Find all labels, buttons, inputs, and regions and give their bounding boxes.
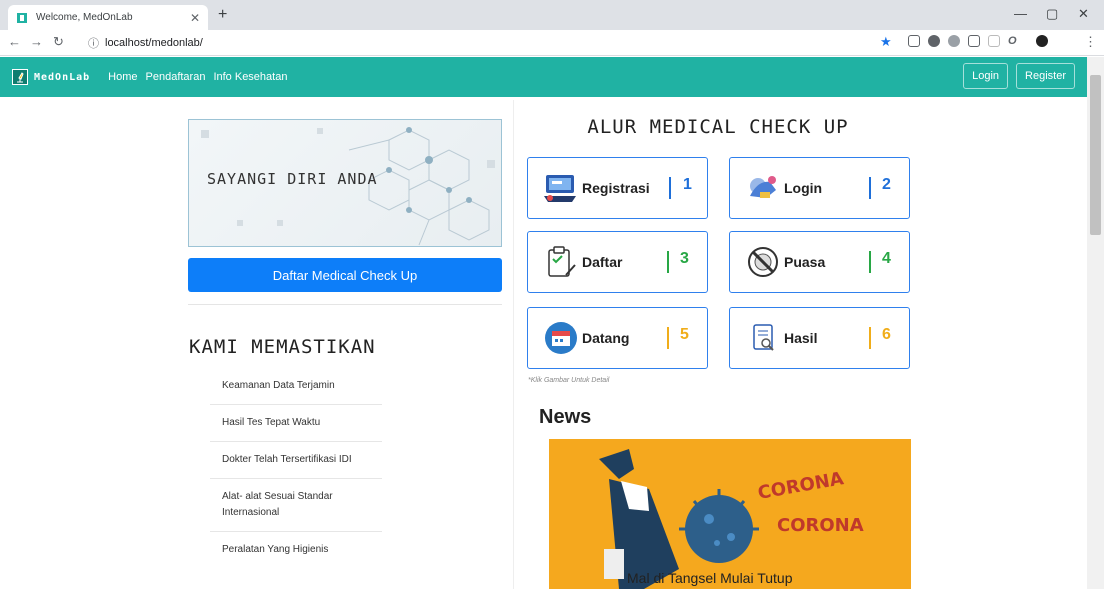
step-card-daftar[interactable]: Daftar 3 xyxy=(527,231,708,293)
step-separator xyxy=(869,327,871,349)
browser-tab[interactable]: Welcome, MedOnLab ✕ xyxy=(8,5,208,30)
divider xyxy=(188,304,502,305)
extension-icon[interactable] xyxy=(988,35,1000,47)
step-number: 5 xyxy=(680,326,689,343)
flow-heading: ALUR MEDICAL CHECK UP xyxy=(587,116,849,138)
report-icon[interactable] xyxy=(746,321,780,355)
extension-icon[interactable] xyxy=(908,35,920,47)
step-label: Datang xyxy=(582,330,630,346)
corona-illustration: CORONA CORONA xyxy=(599,449,864,589)
brand-name: MedOnLab xyxy=(34,71,91,83)
minimize-icon[interactable]: — xyxy=(1014,6,1027,21)
list-item: Alat- alat Sesuai Standar Internasional xyxy=(210,479,382,532)
bookmark-star-icon[interactable]: ★ xyxy=(880,34,892,50)
forward-icon[interactable]: → xyxy=(30,34,43,49)
list-item: Dokter Telah Tersertifikasi IDI xyxy=(210,442,382,479)
step-separator xyxy=(869,251,871,273)
daftar-medical-check-up-button[interactable]: Daftar Medical Check Up xyxy=(188,258,502,292)
step-separator xyxy=(667,251,669,273)
menu-icon[interactable]: ⋮ xyxy=(1084,34,1097,50)
url-field[interactable]: ⓘ localhost/medonlab/ xyxy=(88,34,868,52)
step-separator xyxy=(869,177,871,199)
column-divider xyxy=(513,100,514,589)
new-tab-icon[interactable]: + xyxy=(218,6,227,24)
step-separator xyxy=(667,327,669,349)
assurance-list: Keamanan Data Terjamin Hasil Tes Tepat W… xyxy=(210,368,382,568)
scroll-thumb[interactable] xyxy=(1090,75,1101,235)
info-icon[interactable]: ⓘ xyxy=(88,35,99,51)
step-label: Hasil xyxy=(784,330,818,346)
site-navbar: MedOnLab Home Pendaftaran Info Kesehatan… xyxy=(0,57,1087,97)
login-button[interactable]: Login xyxy=(963,63,1009,89)
step-label: Puasa xyxy=(784,254,826,270)
step-card-datang[interactable]: Datang 5 xyxy=(527,307,708,369)
assurance-heading: KAMI MEMASTIKAN xyxy=(189,336,376,358)
reload-icon[interactable]: ↻ xyxy=(53,34,64,50)
opera-icon[interactable]: O xyxy=(1008,35,1020,47)
nav-home[interactable]: Home xyxy=(108,71,137,83)
step-label: Daftar xyxy=(582,254,623,270)
calendar-icon[interactable] xyxy=(544,321,578,355)
step-number: 4 xyxy=(882,250,891,267)
image-text: CORONA xyxy=(756,468,845,504)
maximize-icon[interactable]: ▢ xyxy=(1046,6,1058,22)
tab-close-icon[interactable]: ✕ xyxy=(190,11,200,25)
step-card-registrasi[interactable]: Registrasi 1 xyxy=(527,157,708,219)
news-heading: News xyxy=(539,406,592,428)
tab-title: Welcome, MedOnLab xyxy=(36,12,133,23)
step-card-login[interactable]: Login 2 xyxy=(729,157,910,219)
register-button[interactable]: Register xyxy=(1016,63,1075,89)
step-number: 3 xyxy=(680,250,689,267)
list-item: Keamanan Data Terjamin xyxy=(210,368,382,405)
list-item: Hasil Tes Tepat Waktu xyxy=(210,405,382,442)
profile-avatar[interactable] xyxy=(1036,35,1048,47)
computer-icon[interactable] xyxy=(544,171,578,205)
image-text: CORONA xyxy=(777,515,864,536)
step-separator xyxy=(669,177,671,199)
click-hint: *Klik Gambar Untuk Detail xyxy=(528,377,610,384)
hero-tagline: SAYANGI DIRI ANDA xyxy=(207,170,378,188)
step-card-hasil[interactable]: Hasil 6 xyxy=(729,307,910,369)
browser-tab-bar: Welcome, MedOnLab ✕ + — ▢ ✕ xyxy=(0,0,1104,30)
step-number: 2 xyxy=(882,176,891,193)
address-bar: ← → ↻ ⓘ localhost/medonlab/ ★ O ⋮ xyxy=(0,30,1104,56)
nav-info-kesehatan[interactable]: Info Kesehatan xyxy=(213,71,287,83)
news-image[interactable]: CORONA CORONA xyxy=(549,439,911,589)
nav-pendaftaran[interactable]: Pendaftaran xyxy=(146,71,206,83)
step-number: 1 xyxy=(683,176,692,193)
url-text: localhost/medonlab/ xyxy=(105,37,203,49)
login-icon[interactable] xyxy=(746,171,780,205)
clipboard-icon[interactable] xyxy=(544,245,578,279)
favicon-icon xyxy=(16,12,28,24)
no-food-icon[interactable] xyxy=(746,245,780,279)
step-label: Login xyxy=(784,180,823,196)
brand-logo[interactable]: MedOnLab xyxy=(12,69,90,85)
cast-icon[interactable] xyxy=(968,35,980,47)
list-item: Peralatan Yang Higienis xyxy=(222,544,329,555)
hero-banner: SAYANGI DIRI ANDA xyxy=(188,119,502,247)
step-number: 6 xyxy=(882,326,891,343)
step-card-puasa[interactable]: Puasa 4 xyxy=(729,231,910,293)
extension-icon[interactable] xyxy=(928,35,940,47)
microscope-icon xyxy=(12,69,28,85)
news-headline[interactable]: Mal di Tangsel Mulai Tutup xyxy=(627,570,793,586)
extension-icon[interactable] xyxy=(948,35,960,47)
window-close-icon[interactable]: ✕ xyxy=(1078,6,1089,22)
step-label: Registrasi xyxy=(582,180,650,196)
page-scrollbar[interactable] xyxy=(1087,57,1104,589)
back-icon[interactable]: ← xyxy=(8,34,21,49)
